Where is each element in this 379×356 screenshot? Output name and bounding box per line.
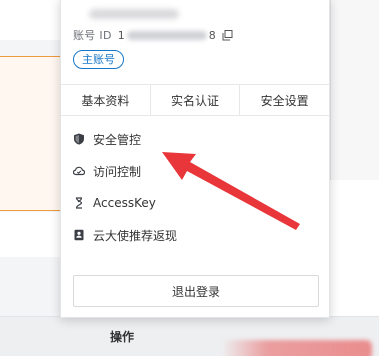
background-right-card	[330, 180, 379, 316]
ambassador-icon	[73, 229, 85, 241]
user-name-redacted	[89, 9, 179, 19]
copy-icon[interactable]	[222, 29, 233, 41]
account-id-row: 账号 ID 1 8	[73, 27, 233, 43]
menu-item-label: AccessKey	[93, 196, 156, 210]
background-header	[0, 0, 60, 40]
background-highlight-panel	[0, 56, 60, 211]
account-dropdown-panel: 账号 ID 1 8 主账号 基本资料 实名认证 安全设置 安全管控 访问控制 A…	[60, 0, 330, 318]
account-id-suffix: 8	[208, 28, 216, 42]
account-menu: 安全管控 访问控制 AccessKey 云大使推荐返现	[61, 123, 329, 251]
menu-item-security-control[interactable]: 安全管控	[61, 123, 329, 155]
menu-item-label: 安全管控	[93, 132, 142, 147]
tab-basic-info[interactable]: 基本资料	[61, 85, 150, 115]
account-id-redacted	[126, 30, 207, 40]
menu-item-label: 云大使推荐返现	[93, 228, 178, 243]
menu-item-cloud-ambassador[interactable]: 云大使推荐返现	[61, 219, 329, 251]
key-icon	[73, 197, 85, 209]
tab-security-settings[interactable]: 安全设置	[239, 85, 329, 115]
operations-column-header: 操作	[110, 330, 135, 344]
menu-item-label: 访问控制	[93, 164, 142, 179]
account-id-label: 账号 ID	[73, 29, 112, 42]
watermark	[222, 340, 372, 356]
logout-button[interactable]: 退出登录	[73, 275, 319, 307]
cloud-icon	[73, 165, 85, 177]
account-id-value: 1 8	[118, 29, 216, 42]
account-id-prefix: 1	[117, 28, 125, 42]
tab-real-name-verification[interactable]: 实名认证	[149, 85, 240, 115]
shield-icon	[73, 133, 85, 145]
account-tabs: 基本资料 实名认证 安全设置	[61, 84, 329, 116]
main-account-badge: 主账号	[73, 50, 124, 69]
background-card	[0, 212, 60, 257]
menu-item-accesskey[interactable]: AccessKey	[61, 187, 329, 219]
menu-item-access-control[interactable]: 访问控制	[61, 155, 329, 187]
